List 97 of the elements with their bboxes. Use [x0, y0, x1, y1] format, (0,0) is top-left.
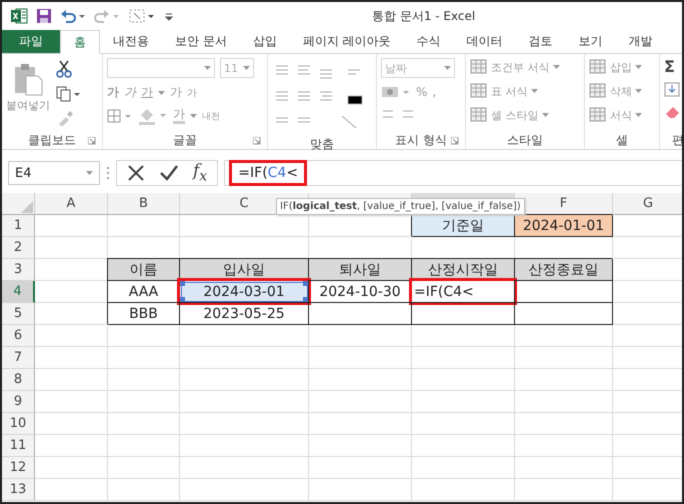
- undo-icon[interactable]: [60, 8, 86, 24]
- grip-icon: [106, 166, 110, 180]
- row-header[interactable]: 11: [2, 435, 35, 457]
- table-cell: 2024-10-30: [309, 281, 412, 303]
- window-title: 통합 문서1 - Excel: [372, 8, 476, 24]
- caret-icon[interactable]: [635, 65, 642, 69]
- ribbon-tab[interactable]: 수식: [404, 30, 454, 53]
- group-label: 글꼴: [173, 132, 197, 148]
- table-cell: [108, 369, 180, 391]
- caret-icon[interactable]: [552, 65, 560, 69]
- row-header[interactable]: 3: [2, 259, 35, 281]
- ribbon-tab[interactable]: 삽입: [240, 30, 290, 53]
- row-header[interactable]: 13: [2, 479, 35, 501]
- table-icon: [589, 83, 607, 99]
- table-icon: [470, 83, 488, 99]
- row-header[interactable]: 4: [2, 281, 35, 303]
- caret-icon[interactable]: [158, 90, 165, 94]
- table-cell: 2024-01-01: [515, 215, 613, 237]
- table-cell: 기준일: [412, 215, 515, 237]
- checkmark-icon[interactable]: [159, 164, 179, 182]
- cut-icon[interactable]: [56, 60, 72, 78]
- save-icon[interactable]: [36, 8, 52, 24]
- column-header[interactable]: F: [556, 193, 570, 214]
- formula-field[interactable]: =IF(C4<: [229, 160, 308, 186]
- row-header[interactable]: 2: [2, 237, 35, 259]
- group-label: 클립보드: [28, 132, 76, 148]
- caret-icon[interactable]: [243, 66, 250, 70]
- group-label: 맞춤: [310, 136, 334, 153]
- row-header[interactable]: 5: [2, 303, 35, 325]
- table-cell: =IF(C4<: [412, 281, 515, 303]
- caret-icon[interactable]: [86, 171, 93, 175]
- ribbon-tab[interactable]: 데이터: [454, 30, 516, 53]
- group-label: 스타일: [507, 132, 543, 148]
- table-cell: [108, 391, 180, 413]
- table-cell: [108, 435, 180, 457]
- caret-icon[interactable]: [530, 89, 538, 93]
- table-icon: [589, 107, 607, 123]
- ribbon-tab[interactable]: 내전용: [100, 30, 162, 53]
- row-header[interactable]: 12: [2, 457, 35, 479]
- row-header[interactable]: 8: [2, 369, 35, 391]
- table-cell: 퇴사일: [309, 259, 412, 281]
- insert-function-button[interactable]: f$_{x}$: [193, 161, 208, 185]
- table-cell: [108, 479, 180, 501]
- table-cell: 이름: [108, 259, 180, 281]
- table-cell: 2024-03-01: [180, 281, 309, 303]
- excel-logo-icon: [10, 7, 28, 25]
- currency-icon[interactable]: [381, 84, 411, 100]
- name-box[interactable]: E4: [8, 161, 100, 185]
- ribbon-tab[interactable]: 페이지 레이아웃: [290, 30, 404, 53]
- touch-mode-icon[interactable]: [128, 8, 156, 24]
- row-header[interactable]: 1: [2, 215, 35, 237]
- row-header[interactable]: 9: [2, 391, 35, 413]
- file-tab[interactable]: 파일: [2, 30, 60, 53]
- caret-icon[interactable]: [635, 113, 642, 117]
- table-icon: [470, 59, 488, 75]
- table-cell: [108, 325, 180, 347]
- group-label: 셀: [616, 132, 628, 148]
- caret-icon[interactable]: [635, 89, 642, 93]
- clipboard-icon: [13, 62, 43, 96]
- copy-icon[interactable]: [56, 86, 80, 102]
- dialog-launcher-icon[interactable]: [253, 137, 261, 145]
- dialog-launcher-icon[interactable]: [88, 137, 96, 145]
- table-cell: [108, 413, 180, 435]
- ribbon-tab[interactable]: 개발: [616, 30, 666, 53]
- function-tooltip: IF(logical_test, [value_if_true], [value_if_false]): [276, 198, 525, 215]
- column-header[interactable]: G: [640, 193, 656, 214]
- table-cell: [108, 457, 180, 479]
- eraser-icon[interactable]: [664, 104, 682, 120]
- autosum-button[interactable]: Σ: [664, 58, 682, 76]
- column-header[interactable]: A: [64, 193, 78, 214]
- dialog-launcher-icon[interactable]: [451, 137, 459, 145]
- borders-icon[interactable]: [107, 108, 133, 124]
- fill-down-icon[interactable]: [664, 82, 682, 98]
- row-header[interactable]: 10: [2, 413, 35, 435]
- caret-icon[interactable]: [542, 113, 548, 117]
- ribbon-tab[interactable]: 보기: [566, 30, 616, 53]
- table-cell: 2023-05-25: [180, 303, 309, 325]
- table-icon: [470, 107, 488, 123]
- fill-color-icon[interactable]: [138, 107, 168, 125]
- table-cell: BBB: [108, 303, 180, 325]
- group-label: 표시 형식: [395, 132, 447, 148]
- column-header[interactable]: B: [136, 193, 151, 214]
- ribbon-tab[interactable]: 검토: [516, 30, 566, 53]
- ribbon-tab[interactable]: 홈: [60, 30, 100, 54]
- row-header[interactable]: 7: [2, 347, 35, 369]
- caret-icon[interactable]: [190, 114, 197, 118]
- redo-icon[interactable]: [94, 8, 120, 24]
- font-name-field[interactable]: [107, 58, 215, 78]
- table-cell: [108, 347, 180, 369]
- table-icon: [589, 59, 607, 75]
- caret-icon[interactable]: [204, 66, 211, 70]
- column-header[interactable]: C: [236, 193, 252, 214]
- ribbon-tab[interactable]: 보안 문서: [162, 30, 240, 53]
- table-cell: 산정종료일: [515, 259, 613, 281]
- close-icon[interactable]: [127, 164, 145, 182]
- row-header[interactable]: 6: [2, 325, 35, 347]
- caret-icon[interactable]: [444, 66, 451, 70]
